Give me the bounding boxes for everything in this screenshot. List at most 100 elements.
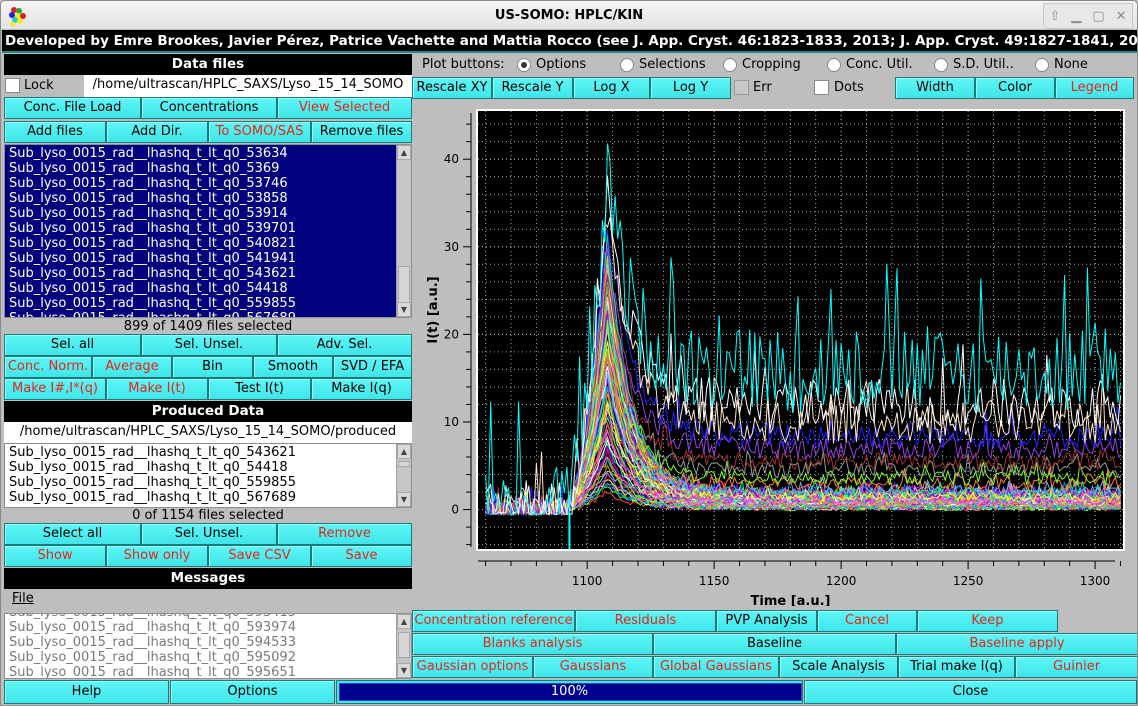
smooth-button[interactable]: Smooth: [253, 356, 333, 378]
width-button[interactable]: Width: [895, 77, 975, 99]
radio-cropping[interactable]: [723, 58, 737, 72]
maximize-icon[interactable]: ▢: [1092, 9, 1104, 24]
file-menu[interactable]: File: [5, 590, 410, 612]
options-button[interactable]: Options: [170, 680, 335, 704]
to-somo-sas-button[interactable]: To SOMO/SAS: [208, 121, 311, 143]
messages-log[interactable]: Sub_lyso_0015_rad__lhashq_t_lt_q0_593415…: [4, 613, 412, 679]
produced-files-list[interactable]: Sub_lyso_0015_rad__lhashq_t_lt_q0_543621…: [4, 443, 412, 508]
blanks-analysis-button[interactable]: Blanks analysis: [412, 633, 653, 655]
list-item[interactable]: Sub_lyso_0015_rad__lhashq_t_lt_q0_567689: [5, 311, 411, 317]
add-files-button[interactable]: Add files: [4, 121, 106, 143]
trial-make-i-q-button[interactable]: Trial make I(q): [898, 656, 1015, 678]
concentration-reference-button[interactable]: Concentration reference: [412, 610, 575, 632]
list-item[interactable]: Sub_lyso_0015_rad__lhashq_t_lt_q0_595092: [5, 650, 411, 665]
add-dir-button[interactable]: Add Dir.: [106, 121, 208, 143]
radio-conc-util[interactable]: [827, 58, 841, 72]
list-item[interactable]: Sub_lyso_0015_rad__lhashq_t_lt_q0_53746: [5, 176, 411, 191]
test-i-t-button[interactable]: Test I(t): [208, 378, 311, 400]
keep-button[interactable]: Keep: [917, 610, 1058, 632]
scroll-thumb[interactable]: [398, 266, 410, 304]
list-item[interactable]: Sub_lyso_0015_rad__lhashq_t_lt_q0_53914: [5, 206, 411, 221]
select-all-button[interactable]: Select all: [4, 523, 141, 545]
scroll-up-icon[interactable]: ▲: [397, 614, 411, 629]
list-item[interactable]: Sub_lyso_0015_rad__lhashq_t_lt_q0_595651: [5, 665, 411, 678]
list-item[interactable]: Sub_lyso_0015_rad__lhashq_t_lt_q0_541941: [5, 251, 411, 266]
scroll-up-icon[interactable]: ▲: [397, 444, 411, 459]
baseline-apply-button[interactable]: Baseline apply: [896, 633, 1137, 655]
list-item[interactable]: Sub_lyso_0015_rad__lhashq_t_lt_q0_567689: [5, 490, 411, 505]
list-item[interactable]: Sub_lyso_0015_rad__lhashq_t_lt_q0_593415: [5, 614, 411, 620]
global-gaussians-button[interactable]: Global Gaussians: [653, 656, 779, 678]
scroll-thumb[interactable]: [398, 632, 410, 658]
sel-unsel-button[interactable]: Sel. Unsel.: [141, 523, 277, 545]
radio-options[interactable]: [517, 58, 531, 72]
scale-analysis-button[interactable]: Scale Analysis: [779, 656, 898, 678]
title-bar[interactable]: US-SOMO: HPLC/KIN ⇧ ▁ ▢ ✕: [1, 1, 1137, 30]
bin-button[interactable]: Bin: [172, 356, 253, 378]
list-item[interactable]: Sub_lyso_0015_rad__lhashq_t_lt_q0_54418: [5, 460, 411, 475]
rescale-y-button[interactable]: Rescale Y: [492, 77, 573, 99]
show-only-button[interactable]: Show only: [106, 545, 208, 567]
radio-none[interactable]: [1035, 58, 1049, 72]
svd-efa-button[interactable]: SVD / EFA: [333, 356, 412, 378]
adv-sel-button[interactable]: Adv. Sel.: [277, 334, 412, 356]
residuals-button[interactable]: Residuals: [575, 610, 716, 632]
make-i-i-q-button[interactable]: Make I#,I*(q): [4, 378, 106, 400]
radio-s-d-util[interactable]: [934, 58, 948, 72]
close-icon[interactable]: ✕: [1116, 9, 1127, 24]
save-button[interactable]: Save: [311, 545, 412, 567]
pvp-analysis-button[interactable]: PVP Analysis: [716, 610, 817, 632]
view-selected-button[interactable]: View Selected: [277, 97, 412, 119]
remove-files-button[interactable]: Remove files: [311, 121, 412, 143]
list-item[interactable]: Sub_lyso_0015_rad__lhashq_t_lt_q0_54418: [5, 281, 411, 296]
messages-scrollbar[interactable]: ▲ ▼: [396, 614, 411, 678]
err-checkbox[interactable]: [734, 80, 749, 95]
gaussian-options-button[interactable]: Gaussian options: [412, 656, 533, 678]
list-item[interactable]: Sub_lyso_0015_rad__lhashq_t_lt_q0_53858: [5, 191, 411, 206]
data-files-list[interactable]: Sub_lyso_0015_rad__lhashq_t_lt_q0_53634 S…: [4, 144, 412, 318]
list-item[interactable]: Sub_lyso_0015_rad__lhashq_t_lt_q0_539701: [5, 221, 411, 236]
scroll-thumb[interactable]: [398, 461, 410, 467]
list-item[interactable]: Sub_lyso_0015_rad__lhashq_t_lt_q0_540821: [5, 236, 411, 251]
minimize-icon[interactable]: ▁: [1071, 9, 1081, 24]
sel-all-button[interactable]: Sel. all: [4, 334, 141, 356]
list-item[interactable]: Sub_lyso_0015_rad__lhashq_t_lt_q0_5369: [5, 161, 411, 176]
list-item[interactable]: Sub_lyso_0015_rad__lhashq_t_lt_q0_593974: [5, 620, 411, 635]
baseline-button[interactable]: Baseline: [653, 633, 896, 655]
list-item[interactable]: Sub_lyso_0015_rad__lhashq_t_lt_q0_53634: [5, 146, 411, 161]
log-x-button[interactable]: Log X: [573, 77, 650, 99]
list-item[interactable]: Sub_lyso_0015_rad__lhashq_t_lt_q0_559855: [5, 296, 411, 311]
conc-norm-button[interactable]: Conc. Norm.: [4, 356, 92, 378]
produced-files-scrollbar[interactable]: ▲ ▼: [396, 444, 411, 507]
cancel-button[interactable]: Cancel: [817, 610, 917, 632]
conc-file-load-button[interactable]: Conc. File Load: [4, 97, 141, 119]
list-item[interactable]: Sub_lyso_0015_rad__lhashq_t_lt_q0_594533: [5, 635, 411, 650]
close-button[interactable]: Close: [804, 680, 1137, 704]
scroll-down-icon[interactable]: ▼: [397, 302, 411, 317]
list-item[interactable]: Sub_lyso_0015_rad__lhashq_t_lt_q0_543621: [5, 445, 411, 460]
show-button[interactable]: Show: [4, 545, 106, 567]
log-y-button[interactable]: Log Y: [650, 77, 731, 99]
legend-button[interactable]: Legend: [1055, 77, 1134, 99]
data-files-scrollbar[interactable]: ▲ ▼: [396, 145, 411, 317]
scroll-up-icon[interactable]: ▲: [397, 145, 411, 160]
intensity-time-chart[interactable]: 0 10 20 30 40 1100 1150 1200 1250 1300 Time [a.u.]…: [413, 101, 1137, 609]
gaussians-button[interactable]: Gaussians: [533, 656, 653, 678]
remove-button[interactable]: Remove: [277, 523, 412, 545]
color-button[interactable]: Color: [975, 77, 1055, 99]
average-button[interactable]: Average: [92, 356, 172, 378]
list-item[interactable]: Sub_lyso_0015_rad__lhashq_t_lt_q0_543621: [5, 266, 411, 281]
sel-unsel-button[interactable]: Sel. Unsel.: [141, 334, 277, 356]
save-csv-button[interactable]: Save CSV: [208, 545, 311, 567]
make-i-t-button[interactable]: Make I(t): [106, 378, 208, 400]
dots-checkbox[interactable]: [814, 80, 829, 95]
scroll-down-icon[interactable]: ▼: [397, 663, 411, 678]
radio-selections[interactable]: [620, 58, 634, 72]
make-i-q-button[interactable]: Make I(q): [311, 378, 412, 400]
file-menu-label[interactable]: File: [12, 591, 34, 606]
list-item[interactable]: Sub_lyso_0015_rad__lhashq_t_lt_q0_559855: [5, 475, 411, 490]
rescale-xy-button[interactable]: Rescale XY: [412, 77, 492, 99]
concentrations-button[interactable]: Concentrations: [141, 97, 277, 119]
shade-icon[interactable]: ⇧: [1049, 9, 1060, 24]
guinier-button[interactable]: Guinier: [1015, 656, 1137, 678]
